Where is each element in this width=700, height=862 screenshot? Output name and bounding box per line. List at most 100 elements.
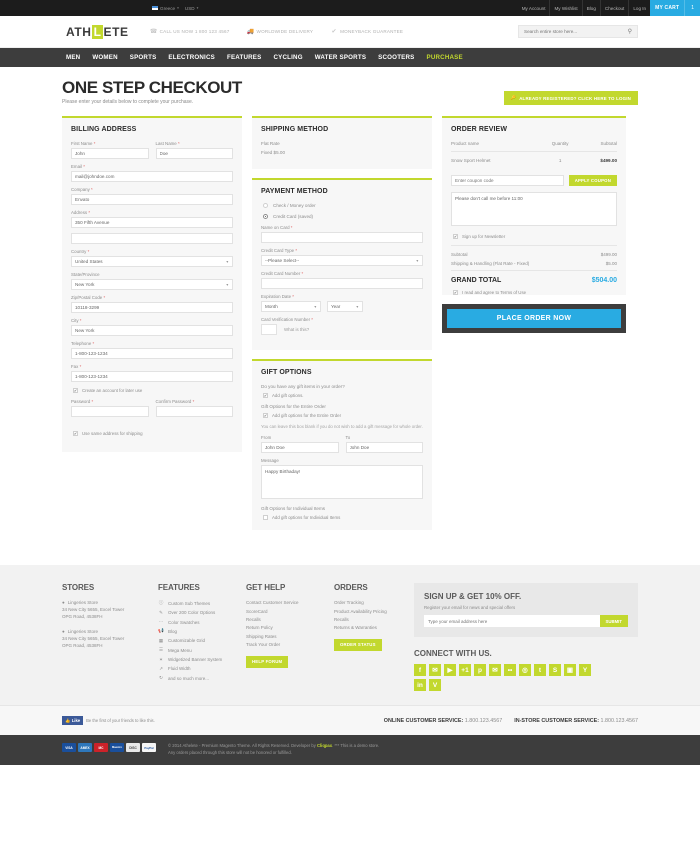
payment-option-check[interactable]: Check / Money order — [263, 203, 423, 208]
order-status-button[interactable]: ORDER STATUS — [334, 638, 382, 651]
nav-item-scooters[interactable]: SCOOTERS — [378, 54, 414, 61]
language-selector[interactable]: Greece ▾ — [152, 6, 179, 11]
list-item[interactable]: ▦ Customizable Grid — [158, 638, 246, 644]
terms-checkbox[interactable] — [453, 290, 458, 295]
state-select[interactable] — [71, 279, 233, 290]
list-item[interactable]: ScoreCard — [246, 609, 334, 614]
list-item[interactable]: 📢 Blog — [158, 628, 246, 634]
list-item[interactable]: Return Policy — [246, 625, 334, 630]
payment-option-credit-card[interactable]: Credit Card (saved) — [263, 214, 423, 219]
signup-email-input[interactable] — [424, 615, 600, 628]
newsletter-row[interactable]: Sign up for Newsletter — [453, 234, 617, 239]
yahoo-icon[interactable]: Y — [579, 664, 591, 677]
skype-icon[interactable]: S — [549, 664, 561, 677]
terms-row[interactable]: I read and agree to Terms of Use — [453, 290, 617, 295]
list-item[interactable]: ⓘ Custom Sub Themes — [158, 600, 246, 606]
link-checkout[interactable]: Checkout — [599, 0, 628, 16]
nav-item-purchase[interactable]: PURCHASE — [427, 54, 463, 61]
list-item[interactable]: ↻ and so much more... — [158, 675, 246, 681]
same-address-checkbox-row[interactable]: Use same address for shipping — [73, 431, 233, 436]
password-input[interactable] — [71, 406, 149, 417]
expiration-month-select[interactable] — [261, 301, 321, 312]
cvv-help-link[interactable]: What is this? — [284, 327, 309, 332]
facebook-like-widget[interactable]: 👍 Like Be the first of your friends to l… — [62, 716, 155, 726]
cvv-input[interactable] — [261, 324, 277, 335]
card-type-select[interactable] — [261, 255, 423, 266]
credit-card-radio[interactable] — [263, 214, 268, 219]
gift-to-input[interactable] — [345, 442, 423, 454]
gift-from-input[interactable] — [261, 442, 339, 454]
name-on-card-input[interactable] — [261, 232, 423, 243]
apply-coupon-button[interactable]: APPLY COUPON — [568, 175, 617, 186]
twitter-icon[interactable]: ✉ — [429, 664, 441, 677]
check-money-order-radio[interactable] — [263, 203, 268, 208]
list-item[interactable]: ⋯ Color Swatches — [158, 619, 246, 625]
expiration-year-select[interactable] — [327, 301, 363, 312]
signup-submit-button[interactable]: SUBMIT — [599, 615, 628, 628]
dribbble-icon[interactable]: ◎ — [519, 664, 531, 677]
city-input[interactable] — [71, 325, 233, 336]
order-comment-textarea[interactable] — [451, 192, 617, 226]
search-input[interactable] — [524, 29, 628, 34]
youtube-icon[interactable]: ▶ — [444, 664, 456, 677]
cart-count-badge[interactable]: 1 — [684, 0, 700, 16]
newsletter-checkbox[interactable] — [453, 234, 458, 239]
vimeo-icon[interactable]: V — [429, 679, 441, 692]
same-address-checkbox[interactable] — [73, 431, 78, 436]
nav-item-men[interactable]: MEN — [66, 54, 80, 61]
list-item[interactable]: ☰ Mega Menu — [158, 647, 246, 653]
nav-item-women[interactable]: WOMEN — [92, 54, 117, 61]
address-line2-input[interactable] — [71, 233, 233, 244]
nav-item-features[interactable]: FEATURES — [227, 54, 262, 61]
help-forum-button[interactable]: HELP FORUM — [246, 655, 289, 668]
list-item[interactable]: Shipping Rates — [246, 634, 334, 639]
currency-selector[interactable]: USD ▾ — [185, 6, 199, 11]
add-gift-options-row[interactable]: Add gift options. — [263, 393, 423, 398]
company-input[interactable] — [71, 194, 233, 205]
flickr-icon[interactable]: •• — [504, 664, 516, 677]
tumblr-icon[interactable]: t — [534, 664, 546, 677]
search-box[interactable]: ⚲ — [518, 25, 638, 38]
facebook-like-button[interactable]: 👍 Like — [62, 716, 84, 726]
add-gift-options-checkbox[interactable] — [263, 393, 268, 398]
country-select[interactable] — [71, 256, 233, 267]
link-log-in[interactable]: Log In — [628, 0, 650, 16]
link-blog[interactable]: Blog — [581, 0, 600, 16]
copyright-brand[interactable]: Cliqpax — [317, 743, 332, 748]
place-order-button[interactable]: PLACE ORDER NOW — [447, 309, 621, 328]
linkedin-icon[interactable]: in — [414, 679, 426, 692]
list-item[interactable]: ✶ Widgetized Banner System — [158, 657, 246, 663]
gift-message-textarea[interactable] — [261, 465, 423, 500]
entire-order-gift-checkbox[interactable] — [263, 413, 268, 418]
link-my-wishlist[interactable]: My Wishlist — [549, 0, 581, 16]
list-item[interactable]: Recalls — [246, 617, 334, 622]
nav-item-cycling[interactable]: CYCLING — [273, 54, 302, 61]
coupon-input[interactable] — [451, 175, 564, 186]
nav-item-water-sports[interactable]: WATER SPORTS — [315, 54, 366, 61]
first-name-input[interactable] — [71, 148, 149, 159]
googleplus-icon[interactable]: +1 — [459, 664, 471, 677]
pinterest-icon[interactable]: p — [474, 664, 486, 677]
individual-gift-checkbox[interactable] — [263, 515, 268, 521]
entire-order-gift-row[interactable]: Add gift options for the Entire Order — [263, 413, 423, 418]
instagram-icon[interactable]: ▣ — [564, 664, 576, 677]
list-item[interactable]: ✎ Over 200 Color Options — [158, 610, 246, 616]
list-item[interactable]: ↗ Fluid Width — [158, 666, 246, 672]
list-item[interactable]: Contact Customer Service — [246, 600, 334, 605]
link-my-account[interactable]: My Account — [518, 0, 550, 16]
card-number-input[interactable] — [261, 278, 423, 289]
list-item[interactable]: Returns & Warranties — [334, 625, 414, 630]
nav-item-electronics[interactable]: ELECTRONICS — [168, 54, 215, 61]
already-registered-login-button[interactable]: 🔑 ALREADY REGISTERED? CLICK HERE TO LOGI… — [503, 91, 638, 105]
list-item[interactable]: Track Your Order — [246, 642, 334, 647]
email-input[interactable] — [71, 171, 233, 182]
nav-item-sports[interactable]: SPORTS — [130, 54, 157, 61]
confirm-password-input[interactable] — [155, 406, 233, 417]
list-item[interactable]: Recalls — [334, 617, 414, 622]
zip-input[interactable] — [71, 302, 233, 313]
fax-input[interactable] — [71, 371, 233, 382]
individual-gift-row[interactable]: Add gift options for Individual Items — [263, 515, 423, 521]
create-account-checkbox-row[interactable]: Create an account for later use — [73, 388, 233, 393]
list-item[interactable]: Product Availability Pricing — [334, 609, 414, 614]
email-icon[interactable]: ✉ — [489, 664, 501, 677]
